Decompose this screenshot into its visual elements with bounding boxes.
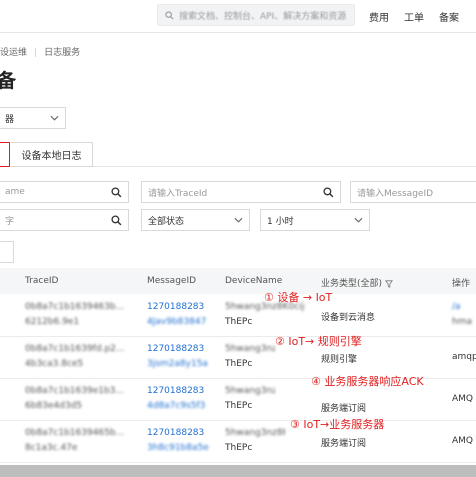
type-cell: 规则引擎 [321, 355, 358, 365]
chevron-down-icon [50, 115, 59, 121]
instance-select[interactable]: 器 [0, 107, 66, 129]
table-row: 0b8a7c1b1639463b... 6212b6.9e1 127018828… [0, 294, 476, 337]
annotation-step-1: ① 设备 → IoT [264, 291, 333, 304]
top-link-ticket[interactable]: 工单 [404, 9, 424, 24]
messageid-link[interactable]: 4Jav9b83847 [147, 317, 206, 327]
search-icon [111, 187, 122, 198]
search-placeholder: 搜索文档、控制台、API、解决方案和资源 [179, 11, 347, 22]
devicename-cell: ThEPc [225, 443, 253, 453]
messageid-link[interactable]: 4d8a7c9s5f3 [147, 401, 205, 411]
action-cell: AMQ [452, 394, 474, 404]
page-title: 备 [0, 70, 17, 92]
traceid-cell: 0b8a7c1b1639fd.p2... [25, 344, 125, 354]
breadcrumb: 设运维 | 日志服务 [0, 45, 80, 58]
column-header-action: 操作 [452, 279, 471, 289]
column-header-messageid: MessageID [147, 276, 197, 286]
tab-cloud-log[interactable] [0, 142, 10, 167]
devicename-cell: ThEPc [225, 401, 253, 411]
column-header-type-label: 业务类型(全部) [321, 279, 383, 289]
type-cell: 服务端订阅 [321, 439, 367, 449]
action-cell: amqp [452, 352, 476, 362]
action-cell: AMQ [452, 436, 474, 446]
top-link-icp[interactable]: 备案 [439, 9, 459, 24]
devicename-input[interactable]: ame [0, 181, 129, 203]
tab-device-local-log[interactable]: 设备本地日志 [11, 142, 93, 167]
status-select[interactable]: 全部状态 [141, 209, 250, 231]
breadcrumb-item[interactable]: 设运维 [0, 48, 27, 58]
type-cell: 设备到云消息 [321, 313, 376, 323]
messageid-input[interactable]: 请输入MessageID [350, 181, 476, 203]
keyword-input[interactable]: 字 [0, 209, 129, 231]
messageid-link[interactable]: 1270188283 [147, 428, 204, 438]
devicename-cell: ThEPc [225, 317, 253, 327]
top-bar: 搜索文档、控制台、API、解决方案和资源 费用 工单 备案 [0, 0, 476, 33]
traceid-placeholder: 请输入TraceId [148, 188, 208, 199]
time-range-select[interactable]: 1 小时 [260, 209, 370, 231]
devicename-cell: 5hwang3nz8K0ci [225, 344, 275, 354]
search-icon [165, 10, 174, 19]
devicename-cell: 5hwang3nz8K0cijc [225, 428, 285, 438]
action-link[interactable]: /a [452, 302, 461, 312]
breadcrumb-item[interactable]: 日志服务 [44, 48, 80, 58]
search-icon [111, 215, 122, 226]
tab-divider [93, 166, 476, 167]
traceid-cell: 4b3ca3.8ce5 [25, 359, 84, 369]
messageid-link[interactable]: 1270188283 [147, 344, 204, 354]
column-header-type[interactable]: 业务类型(全部) [321, 276, 393, 289]
messageid-link[interactable]: 1270188283 [147, 302, 204, 312]
devicename-cell: 5hwang3nz8K0 [225, 386, 275, 396]
keyword-placeholder: 字 [5, 216, 15, 227]
instance-select-value: 器 [5, 114, 15, 125]
annotation-step-4: ④ 业务服务器响应ACK [311, 375, 424, 388]
traceid-input[interactable]: 请输入TraceId [141, 181, 341, 203]
chevron-down-icon [234, 217, 243, 223]
status-select-value: 全部状态 [148, 216, 185, 227]
bottom-edge [0, 465, 476, 477]
messageid-link[interactable]: 3jsm2a8y15a [147, 359, 208, 369]
top-link-billing[interactable]: 费用 [369, 9, 389, 24]
column-header-traceid: TraceID [25, 276, 59, 286]
search-button[interactable] [0, 241, 14, 263]
annotation-step-2: ② IoT→ 规则引擎 [275, 335, 362, 348]
action-cell: hma [452, 317, 472, 327]
messageid-placeholder: 请输入MessageID [357, 188, 434, 199]
traceid-cell: 0b8a7c1b1639e1b3... [25, 386, 124, 396]
column-header-devicename: DeviceName [225, 276, 283, 286]
type-cell: 服务端订阅 [321, 404, 367, 414]
traceid-cell: 0b8a7c1b1639465b... [25, 428, 125, 438]
chevron-down-icon [354, 217, 363, 223]
table-row: 0b8a7c1b1639465b... 8c1a3c.47e 127018828… [0, 420, 476, 463]
search-icon [323, 187, 334, 198]
traceid-cell: 8c1a3c.47e [25, 443, 78, 453]
devicename-placeholder: ame [5, 187, 25, 197]
table-header: TraceID MessageID DeviceName 业务类型(全部) 操作 [0, 268, 476, 294]
time-range-value: 1 小时 [267, 216, 294, 227]
traceid-cell: 0b8a7c1b1639463b... [25, 302, 125, 312]
traceid-cell: 6b83e4d3d5 [25, 401, 83, 411]
traceid-cell: 6212b6.9e1 [25, 317, 80, 327]
annotation-step-3: ③ IoT→业务服务器 [290, 418, 385, 431]
filter-icon [384, 279, 393, 288]
breadcrumb-separator: | [34, 48, 38, 58]
global-search-input[interactable]: 搜索文档、控制台、API、解决方案和资源 [157, 4, 355, 26]
devicename-cell: ThEPc [225, 359, 253, 369]
messageid-link[interactable]: 1270188283 [147, 386, 204, 396]
messageid-link[interactable]: 3h8c91b8a5e [147, 443, 209, 453]
